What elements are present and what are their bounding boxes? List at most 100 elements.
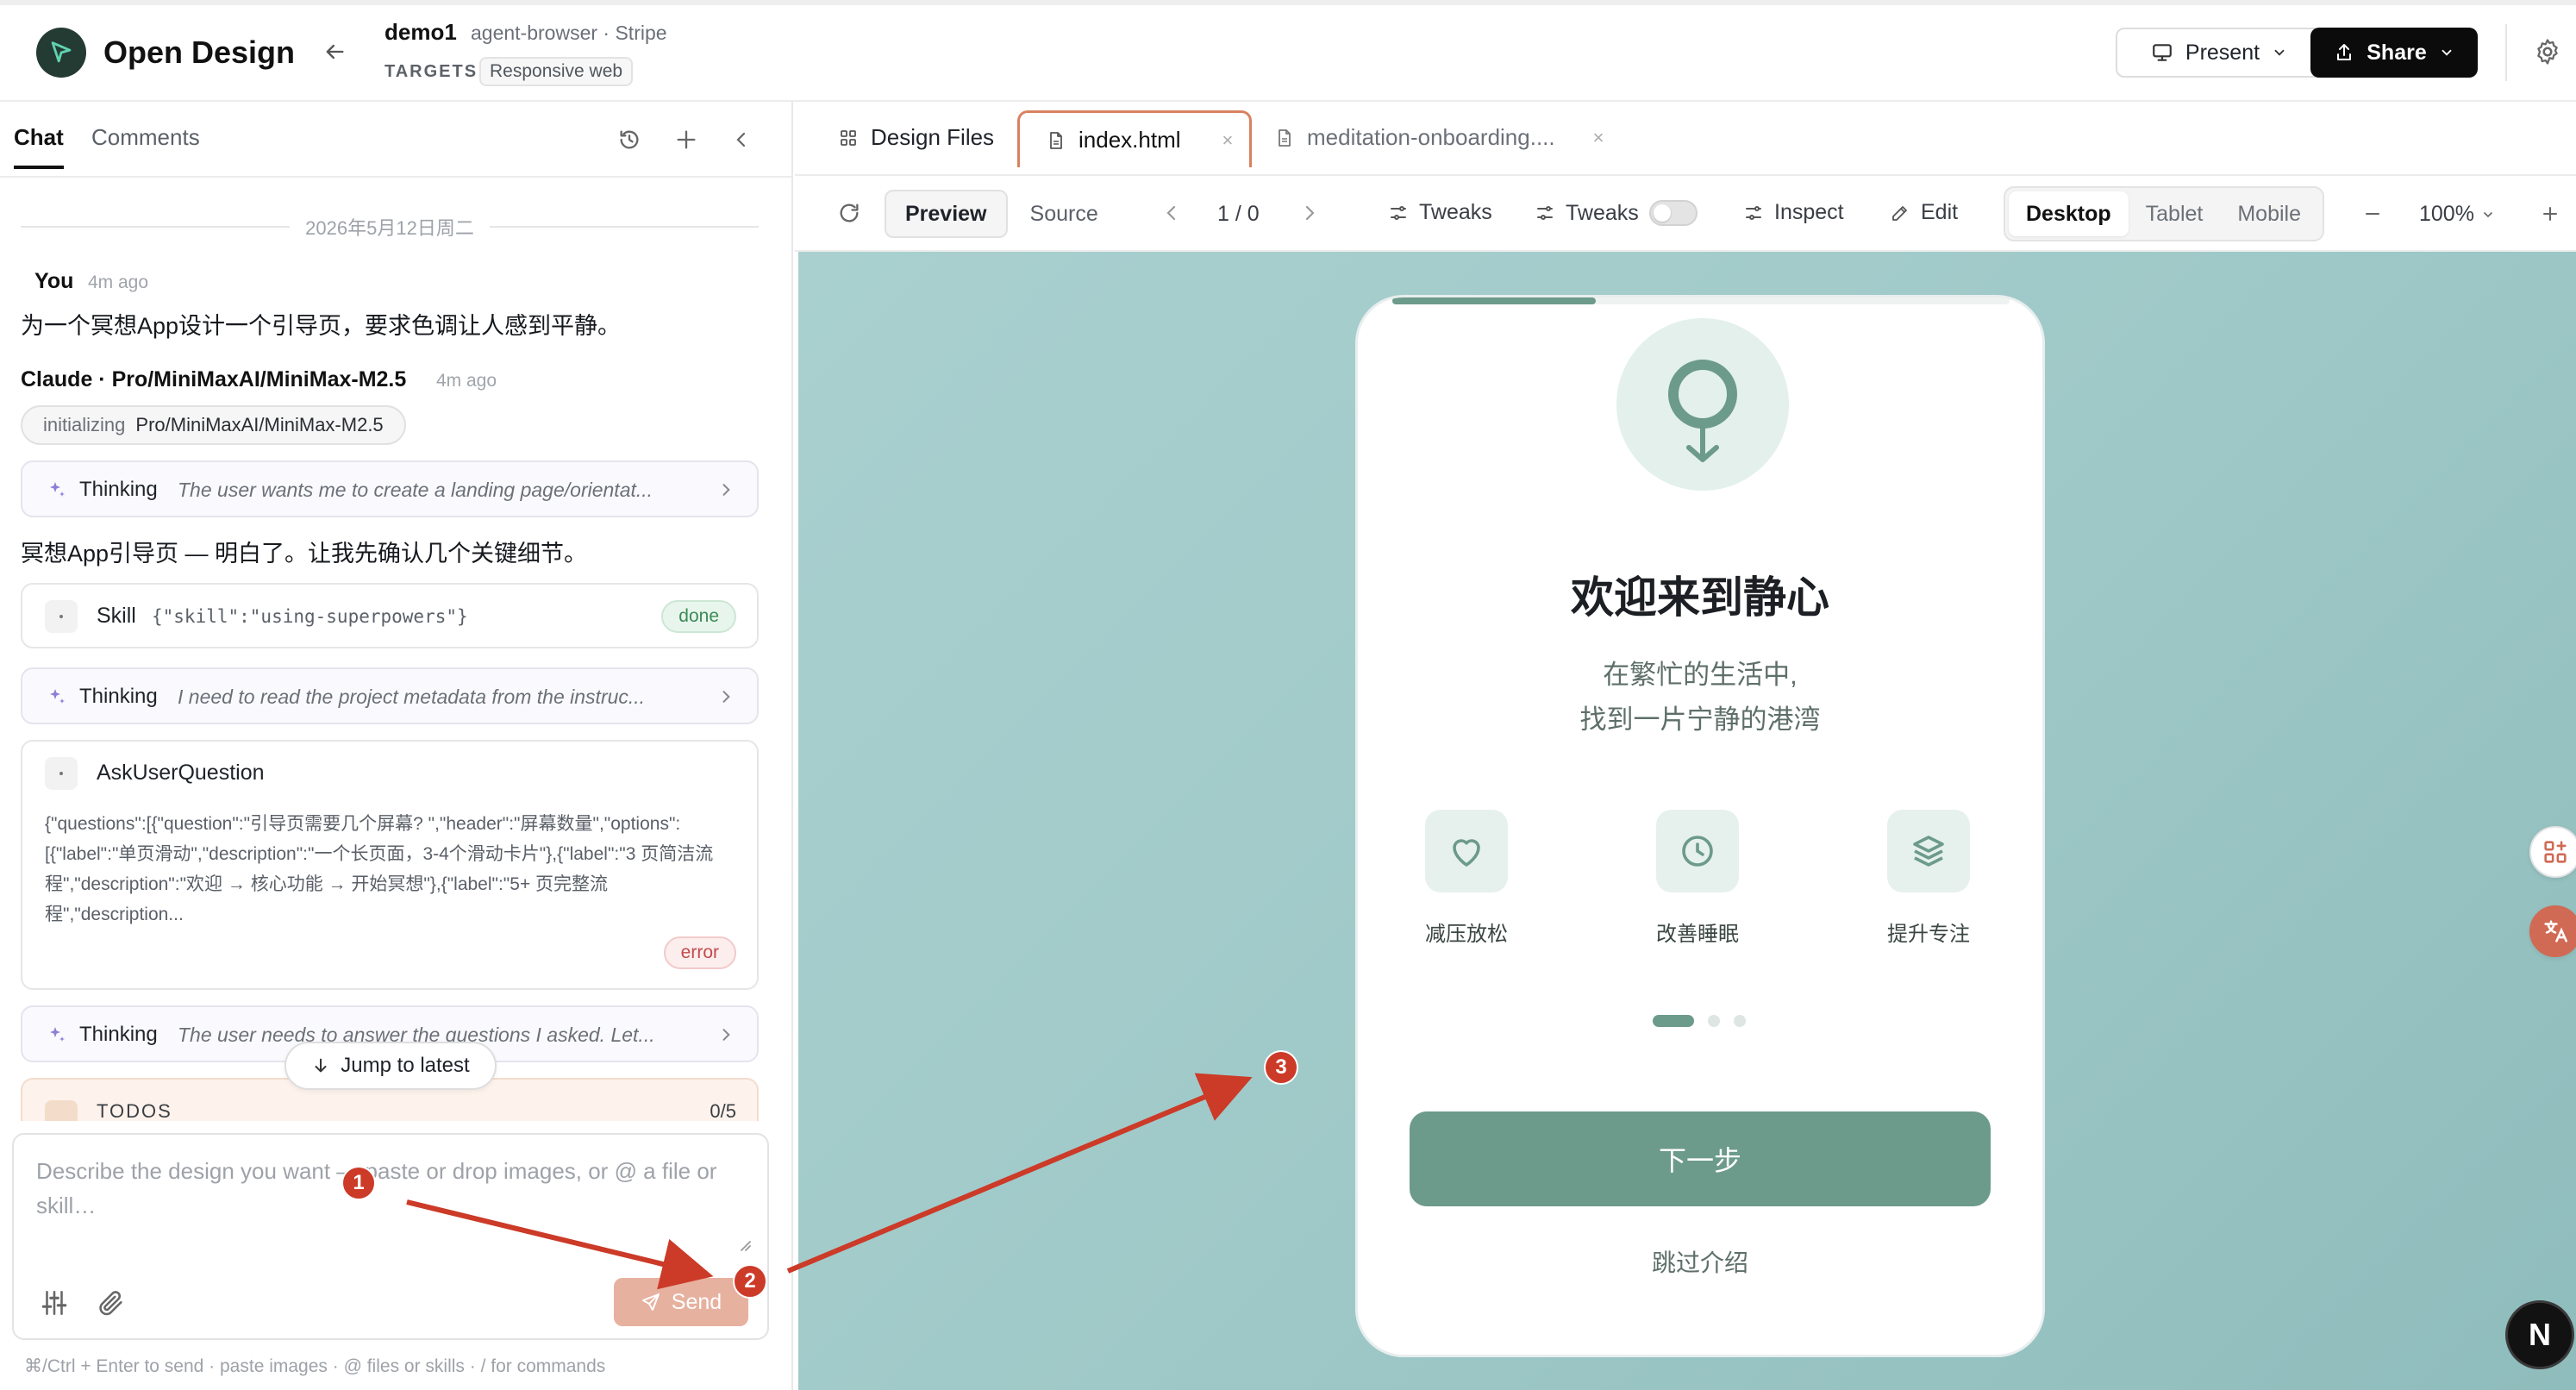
pager-dot-active[interactable] [1653, 1015, 1694, 1027]
toggle-switch[interactable] [1648, 200, 1698, 226]
side-translate-button[interactable] [2529, 905, 2576, 957]
close-icon[interactable]: × [1593, 127, 1604, 149]
chevron-right-icon[interactable] [1300, 202, 1319, 224]
init-key: initializing [43, 414, 126, 435]
layers-icon [1913, 836, 1944, 867]
inspect-label: Inspect [1774, 200, 1844, 224]
device-desktop[interactable]: Desktop [2009, 191, 2129, 236]
preview-tab[interactable]: Preview [885, 190, 1008, 238]
edit-button[interactable]: Edit [1890, 200, 1958, 225]
zoom-select[interactable]: 100% [2419, 202, 2495, 227]
next-button[interactable]: 下一步 [1410, 1111, 1991, 1206]
feature-sleep[interactable]: 改善睡眠 [1637, 810, 1758, 947]
thinking-text: I need to read the project metadata from… [178, 686, 646, 708]
back-arrow-icon[interactable] [319, 36, 350, 67]
tool-name: Skill [97, 604, 136, 628]
file-icon [1279, 128, 1291, 147]
heart-icon [1453, 839, 1480, 867]
present-label: Present [2185, 40, 2260, 65]
chevron-down-icon [2484, 211, 2492, 217]
page-indicator: 1 / 0 [1217, 202, 1260, 226]
inspect-button[interactable]: Inspect [1743, 200, 1844, 225]
tab-comments[interactable]: Comments [91, 124, 200, 151]
skip-link[interactable]: 跳过介绍 [1358, 1244, 2042, 1279]
plus-icon[interactable] [671, 124, 702, 155]
tab-meditation-onboarding[interactable]: meditation-onboarding.... × [1274, 124, 1604, 151]
logo-icon [36, 28, 86, 78]
tweaks-button[interactable]: Tweaks [1388, 200, 1492, 225]
tab-design-files[interactable]: Design Files [838, 124, 994, 151]
status-badge: done [661, 600, 736, 633]
refresh-icon[interactable] [835, 198, 864, 228]
target-chip[interactable]: Responsive web [479, 57, 634, 86]
chevron-down-icon [2274, 49, 2285, 56]
grid-icon [841, 129, 856, 146]
send-button[interactable]: Send [614, 1278, 748, 1326]
zoom-value: 100% [2419, 202, 2474, 226]
annotation-marker-2: 2 [733, 1264, 767, 1299]
chevron-right-icon [722, 484, 730, 496]
pager-dot[interactable] [1734, 1015, 1746, 1027]
close-icon[interactable]: × [1222, 129, 1234, 152]
project-meta: agent-browser · Stripe [471, 22, 667, 44]
widgets-icon [2544, 841, 2567, 863]
project-name[interactable]: demo1 [385, 19, 457, 46]
edit-label: Edit [1921, 200, 1959, 224]
thinking-label: Thinking [79, 478, 158, 501]
device-segment: Desktop Tablet Mobile [2004, 186, 2324, 241]
device-mobile[interactable]: Mobile [2220, 191, 2318, 236]
chevron-right-icon [722, 1029, 730, 1041]
feature-label: 减压放松 [1425, 923, 1508, 946]
gear-icon[interactable] [2530, 34, 2565, 69]
pager-dot[interactable] [1708, 1015, 1720, 1027]
resize-handle-icon[interactable] [736, 1237, 752, 1252]
feature-focus[interactable]: 提升专注 [1868, 810, 1989, 947]
paperclip-icon[interactable] [97, 1288, 126, 1318]
tool-card-skill[interactable]: Skill {"skill":"using-superpowers"} done [21, 583, 759, 648]
tab-label: Design Files [871, 124, 995, 150]
source-tab[interactable]: Source [1008, 190, 1121, 238]
edit-icon [1892, 205, 1907, 221]
share-label: Share [2367, 40, 2427, 65]
zoom-in-icon[interactable] [2538, 202, 2562, 226]
sparkle-icon [50, 482, 65, 497]
thinking-card[interactable]: Thinking I need to read the project meta… [21, 667, 759, 724]
tab-index-html[interactable]: index.html × [1017, 110, 1252, 167]
tab-chat[interactable]: Chat [14, 124, 64, 151]
user-timestamp: 4m ago [88, 272, 149, 292]
jump-to-latest-button[interactable]: Jump to latest [284, 1042, 497, 1090]
share-button[interactable]: Share [2310, 28, 2478, 78]
location-pin-icon [1668, 360, 1737, 462]
annotation-marker-1: 1 [341, 1166, 376, 1200]
user-avatar[interactable]: N [2505, 1300, 2574, 1369]
tool-icon [45, 600, 78, 633]
todos-label: TODOS [97, 1100, 172, 1121]
initializing-chip: initializing Pro/MiniMaxAI/MiniMax-M2.5 [21, 405, 406, 445]
side-widgets-button[interactable] [2529, 826, 2576, 878]
prompt-input[interactable] [36, 1154, 752, 1257]
hero-illustration [1616, 318, 1789, 491]
send-icon [641, 1293, 660, 1311]
todos-count: 0/5 [710, 1100, 736, 1121]
chevron-left-icon[interactable] [1162, 202, 1181, 224]
tweaks-toggle[interactable]: Tweaks [1535, 200, 1698, 226]
chevron-left-icon[interactable] [726, 124, 757, 155]
composer-hint: ⌘/Ctrl + Enter to send · paste images · … [24, 1356, 606, 1376]
thinking-card[interactable]: Thinking The user wants me to create a l… [21, 460, 759, 517]
chevron-down-icon [2442, 49, 2452, 56]
tool-card-ask-user-question[interactable]: AskUserQuestion {"questions":[{"question… [21, 740, 759, 990]
thinking-label: Thinking [79, 685, 158, 708]
tool-icon [45, 757, 78, 790]
zoom-out-icon[interactable] [2360, 202, 2385, 226]
feature-relax[interactable]: 减压放松 [1406, 810, 1527, 947]
status-badge: error [663, 936, 736, 969]
file-icon [1050, 131, 1062, 149]
device-tablet[interactable]: Tablet [2129, 191, 2221, 236]
history-icon[interactable] [614, 124, 645, 155]
tweaks-icon [1537, 206, 1553, 220]
annotation-marker-3: 3 [1264, 1050, 1298, 1085]
share-icon [2337, 44, 2352, 60]
sliders-icon[interactable] [40, 1288, 69, 1318]
present-button[interactable]: Present [2116, 28, 2323, 78]
thinking-label: Thinking [79, 1023, 158, 1046]
